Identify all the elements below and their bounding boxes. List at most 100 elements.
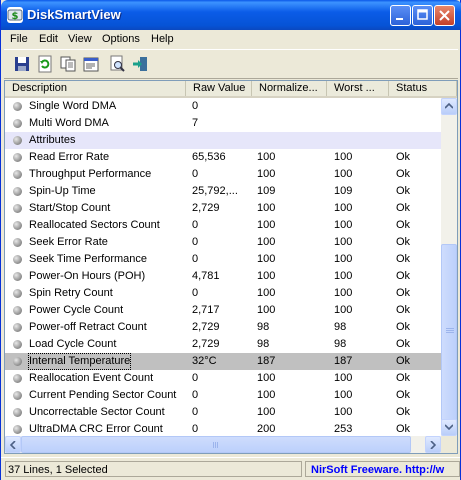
scroll-up-button[interactable] <box>441 98 457 115</box>
cell-status: Ok <box>396 389 411 401</box>
status-bullet-icon <box>13 391 22 400</box>
description-text: Load Cycle Count <box>29 338 117 350</box>
cell-status: Ok <box>396 185 411 197</box>
table-row[interactable]: Reallocated Sectors Count 0 100 100 Ok <box>5 217 441 234</box>
table-row[interactable]: Load Cycle Count 2,729 98 98 Ok <box>5 336 441 353</box>
column-header-normalized[interactable]: Normalize... <box>252 81 327 96</box>
menu-bar: File Edit View Options Help <box>4 30 458 49</box>
toolbar <box>4 49 458 79</box>
maximize-button[interactable] <box>412 5 433 26</box>
vertical-scroll-thumb[interactable] <box>441 244 457 421</box>
cell-worst: 100 <box>334 236 353 248</box>
description-text: Start/Stop Count <box>29 202 111 214</box>
description-text: Uncorrectable Sector Count <box>29 406 165 418</box>
table-row[interactable]: Spin-Up Time 25,792,... 109 109 Ok <box>5 183 441 200</box>
menu-file[interactable]: File <box>10 33 28 45</box>
cell-worst: 187 <box>334 355 353 367</box>
table-row[interactable]: Power Cycle Count 2,717 100 100 Ok <box>5 302 441 319</box>
cell-worst: 100 <box>334 202 353 214</box>
menu-edit[interactable]: Edit <box>39 33 58 45</box>
vertical-scrollbar[interactable] <box>441 98 457 436</box>
cell-status: Ok <box>396 253 411 265</box>
app-disk-icon: $ <box>7 7 23 23</box>
cell-status: Ok <box>396 168 411 180</box>
minimize-button[interactable] <box>390 5 411 26</box>
cell-status: Ok <box>396 151 411 163</box>
description-text: UltraDMA CRC Error Count <box>29 423 163 435</box>
horizontal-scrollbar[interactable] <box>5 436 441 453</box>
column-header-worst[interactable]: Worst ... <box>327 81 389 96</box>
table-row[interactable]: Uncorrectable Sector Count 0 100 100 Ok <box>5 404 441 421</box>
description-text: Spin Retry Count <box>29 287 113 299</box>
menu-options[interactable]: Options <box>102 33 140 45</box>
group-header-row[interactable]: Attributes <box>5 132 441 149</box>
cell-normalized: 100 <box>257 406 276 418</box>
properties-icon[interactable] <box>82 55 100 73</box>
cell-raw-value: 0 <box>192 389 199 401</box>
cell-status: Ok <box>396 423 411 435</box>
cell-worst: 100 <box>334 151 353 163</box>
status-bullet-icon <box>13 357 22 366</box>
cell-status <box>396 98 441 115</box>
table-row[interactable]: Spin Retry Count 0 100 100 Ok <box>5 285 441 302</box>
close-button[interactable] <box>434 5 455 26</box>
status-bullet-icon <box>13 306 22 315</box>
column-header-description[interactable]: Description <box>5 81 186 96</box>
description-text: Single Word DMA <box>29 100 117 112</box>
refresh-icon[interactable] <box>36 55 54 73</box>
table-row[interactable]: Seek Time Performance 0 100 100 Ok <box>5 251 441 268</box>
cell-normalized: 109 <box>257 185 276 197</box>
smart-attributes-list[interactable]: Description Raw Value Normalize... Worst… <box>4 80 458 454</box>
cell-status <box>396 115 441 132</box>
table-row[interactable]: Start/Stop Count 2,729 100 100 Ok <box>5 200 441 217</box>
cell-normalized <box>257 115 327 132</box>
find-icon[interactable] <box>108 55 126 73</box>
cell-worst: 100 <box>334 389 353 401</box>
status-bar: 37 Lines, 1 Selected NirSoft Freeware. h… <box>1 457 460 480</box>
description-text: Read Error Rate <box>29 151 110 163</box>
cell-normalized: 100 <box>257 270 276 282</box>
title-bar[interactable]: $ DiskSmartView <box>1 0 461 30</box>
table-row[interactable]: Throughput Performance 0 100 100 Ok <box>5 166 441 183</box>
column-header-raw-value[interactable]: Raw Value <box>186 81 252 96</box>
cell-status: Ok <box>396 304 411 316</box>
table-row[interactable]: Seek Error Rate 0 100 100 Ok <box>5 234 441 251</box>
cell-normalized: 100 <box>257 253 276 265</box>
menu-help[interactable]: Help <box>151 33 174 45</box>
cell-status: Ok <box>396 338 411 350</box>
cell-worst <box>334 132 389 149</box>
cell-raw-value: 2,729 <box>192 202 220 214</box>
description-text: Power-off Retract Count <box>29 321 147 333</box>
cell-description: Load Cycle Count <box>12 336 189 353</box>
horizontal-scroll-thumb[interactable] <box>21 436 411 453</box>
cell-status: Ok <box>396 202 411 214</box>
exit-icon[interactable] <box>131 55 149 73</box>
cell-raw-value: 32°C <box>192 355 217 367</box>
table-row[interactable]: Current Pending Sector Count 0 100 100 Ok <box>5 387 441 404</box>
scroll-right-button[interactable] <box>425 436 441 453</box>
table-row[interactable]: Single Word DMA 0 <box>5 98 441 115</box>
table-row[interactable]: UltraDMA CRC Error Count 0 200 253 Ok <box>5 421 441 436</box>
scroll-down-button[interactable] <box>441 419 457 436</box>
table-row[interactable]: Power-off Retract Count 2,729 98 98 Ok <box>5 319 441 336</box>
table-row[interactable]: Internal Temperature 32°C 187 187 Ok <box>5 353 441 370</box>
save-icon[interactable] <box>13 55 31 73</box>
table-row[interactable]: Multi Word DMA 7 <box>5 115 441 132</box>
menu-view[interactable]: View <box>68 33 92 45</box>
table-row[interactable]: Power-On Hours (POH) 4,781 100 100 Ok <box>5 268 441 285</box>
copy-icon[interactable] <box>59 55 77 73</box>
table-row[interactable]: Reallocation Event Count 0 100 100 Ok <box>5 370 441 387</box>
column-header-status[interactable]: Status <box>389 81 457 96</box>
table-row[interactable]: Read Error Rate 65,536 100 100 Ok <box>5 149 441 166</box>
cell-description: Power Cycle Count <box>12 302 189 319</box>
cell-description: Internal Temperature <box>12 353 189 370</box>
scroll-left-button[interactable] <box>5 436 21 453</box>
cell-normalized: 100 <box>257 202 276 214</box>
status-bullet-icon <box>13 255 22 264</box>
nirsoft-link[interactable]: NirSoft Freeware. http://w <box>305 461 460 477</box>
cell-normalized: 100 <box>257 287 276 299</box>
cell-worst: 98 <box>334 338 347 350</box>
cell-raw-value: 0 <box>192 287 199 299</box>
cell-description: Start/Stop Count <box>12 200 189 217</box>
window-title: DiskSmartView <box>27 7 121 22</box>
